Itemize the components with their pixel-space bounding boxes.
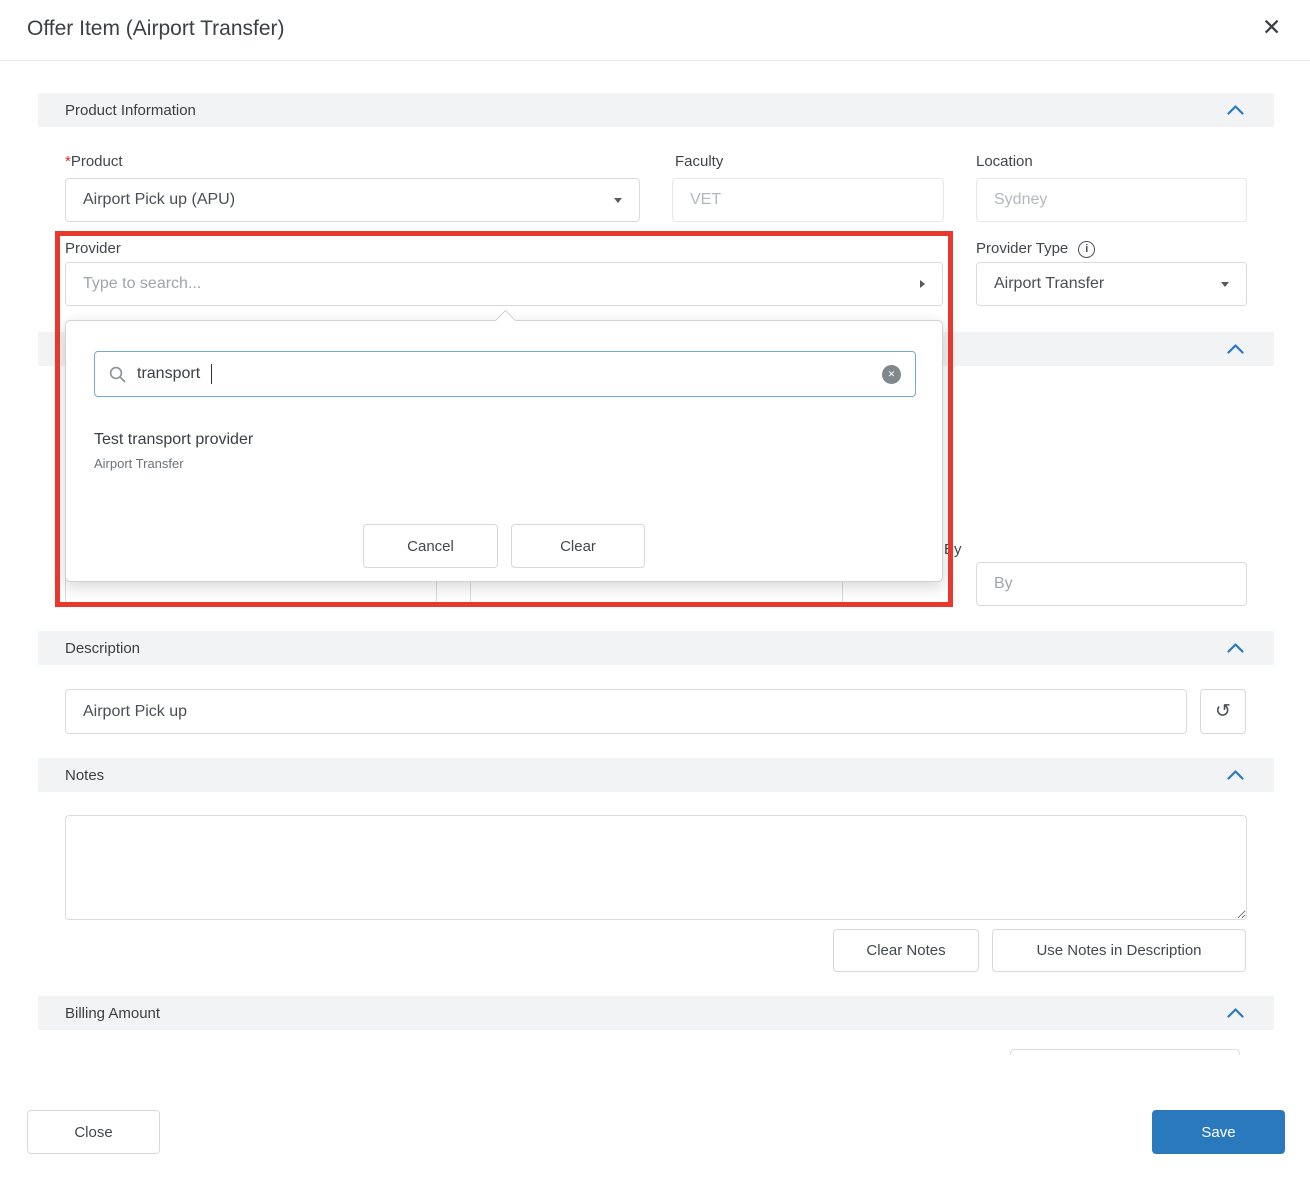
chevron-up-icon[interactable]: [1227, 643, 1244, 653]
provider-type-select[interactable]: Airport Transfer: [976, 262, 1247, 306]
section-title: Notes: [65, 767, 104, 784]
notes-textarea[interactable]: [65, 815, 1247, 920]
section-header-notes[interactable]: Notes: [38, 758, 1274, 792]
faculty-input: [672, 178, 944, 222]
provider-placeholder: Type to search...: [83, 275, 201, 293]
info-icon[interactable]: i: [1078, 241, 1095, 258]
product-label: *Product: [65, 152, 123, 172]
occluded-label-fragment: By: [944, 540, 962, 560]
section-title: Description: [65, 640, 140, 657]
provider-search-popover: transport ✕ Test transport provider Airp…: [65, 320, 943, 582]
header-divider: [0, 60, 1310, 61]
product-select[interactable]: Airport Pick up (APU): [65, 178, 640, 222]
chevron-up-icon[interactable]: [1227, 770, 1244, 780]
location-input: [976, 178, 1247, 222]
location-label: Location: [976, 152, 1033, 172]
expand-caret-icon: [920, 280, 925, 288]
search-query-text: transport: [137, 365, 200, 383]
search-icon: [109, 366, 126, 383]
clear-button[interactable]: Clear: [511, 524, 645, 568]
provider-search-field[interactable]: Type to search...: [65, 262, 943, 306]
clear-search-icon[interactable]: ✕: [882, 365, 901, 384]
restore-description-button[interactable]: ↺: [1200, 689, 1246, 734]
product-label-text: Product: [71, 153, 123, 170]
close-button[interactable]: Close: [27, 1110, 160, 1154]
description-input[interactable]: [65, 689, 1187, 734]
provider-type-label-row: Provider Type i: [976, 239, 1095, 259]
clear-notes-button[interactable]: Clear Notes: [833, 929, 979, 972]
section-title: Billing Amount: [65, 1005, 160, 1022]
billing-partial-input: [1010, 1049, 1240, 1055]
text-cursor: [211, 364, 212, 384]
provider-label: Provider: [65, 239, 121, 259]
provider-type-label: Provider Type: [976, 239, 1068, 259]
product-select-value: Airport Pick up (APU): [83, 191, 235, 209]
save-button[interactable]: Save: [1152, 1110, 1285, 1154]
use-notes-in-description-button[interactable]: Use Notes in Description: [992, 929, 1246, 972]
faculty-label: Faculty: [675, 152, 723, 172]
chevron-up-icon[interactable]: [1227, 344, 1244, 354]
section-header-product-information[interactable]: Product Information: [38, 93, 1274, 127]
result-title: Test transport provider: [94, 431, 253, 449]
provider-type-value: Airport Transfer: [994, 275, 1104, 293]
section-header-description[interactable]: Description: [38, 631, 1274, 665]
page-title: Offer Item (Airport Transfer): [27, 17, 285, 41]
chevron-up-icon[interactable]: [1227, 1008, 1244, 1018]
section-title: Product Information: [65, 102, 196, 119]
history-icon: ↺: [1215, 700, 1231, 723]
result-subtitle: Airport Transfer: [94, 456, 253, 471]
chevron-up-icon[interactable]: [1227, 105, 1244, 115]
occluded-field-by[interactable]: By: [976, 562, 1247, 606]
cancel-button[interactable]: Cancel: [363, 524, 498, 568]
search-result-item[interactable]: Test transport provider Airport Transfer: [94, 431, 253, 471]
dropdown-caret-icon: [1221, 282, 1229, 287]
popover-search-input[interactable]: transport ✕: [94, 351, 916, 397]
section-header-billing-amount[interactable]: Billing Amount: [38, 996, 1274, 1030]
occluded-field-placeholder: By: [994, 575, 1013, 593]
close-icon[interactable]: ✕: [1262, 16, 1281, 39]
dropdown-caret-icon: [614, 198, 622, 203]
